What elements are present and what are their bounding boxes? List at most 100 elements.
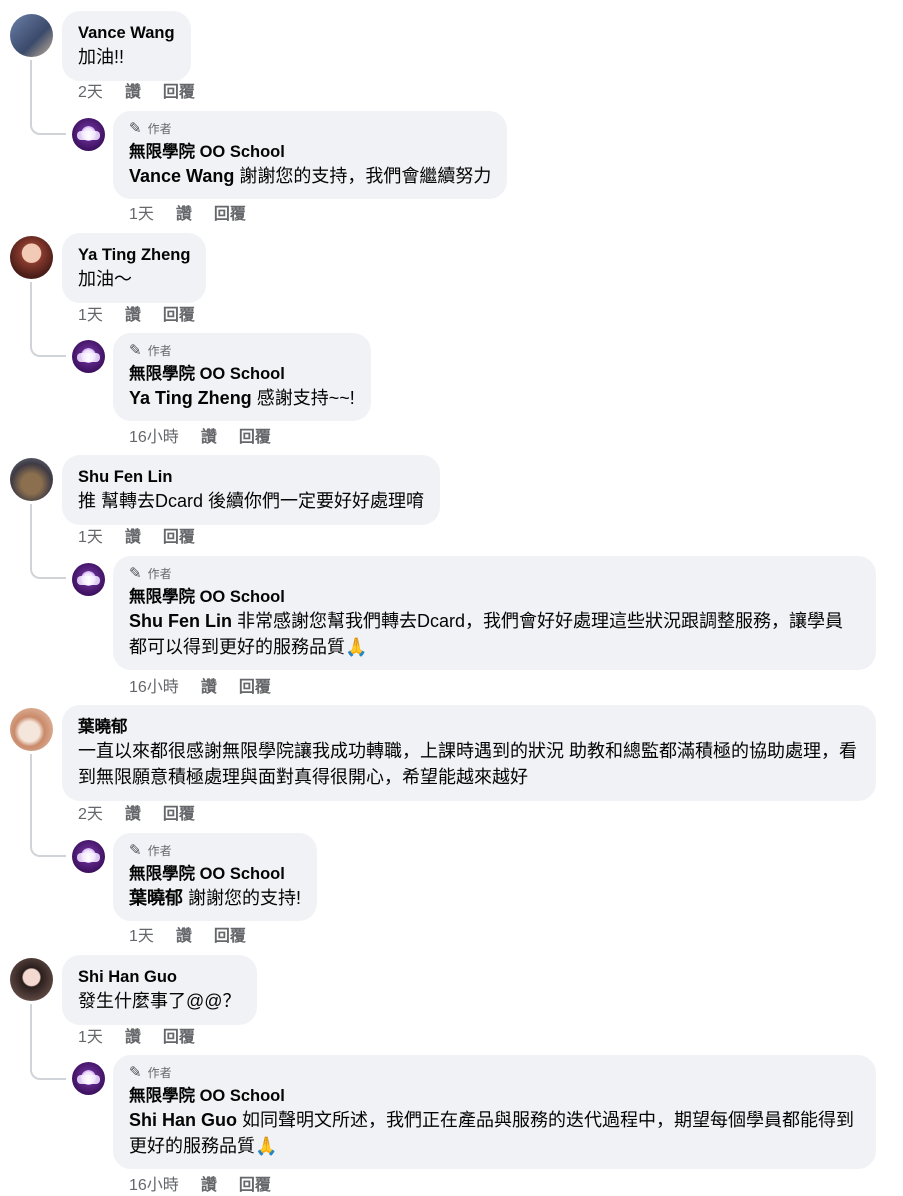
reply-text: 葉曉郁 謝謝您的支持! [129, 888, 302, 908]
page-avatar[interactable] [72, 1062, 105, 1095]
comment-text: 推 幫轉去Dcard 後續你們一定要好好處理唷 [78, 491, 425, 511]
comment-bubble: Shi Han Guo 發生什麼事了@@？ [62, 955, 257, 1025]
commenter-name[interactable]: Vance Wang [78, 22, 175, 44]
reply-button[interactable]: 回覆 [163, 306, 195, 326]
reply-button[interactable]: 回覆 [239, 428, 271, 448]
comment-bubble: Shu Fen Lin 推 幫轉去Dcard 後續你們一定要好好處理唷 [62, 455, 441, 525]
page-avatar[interactable] [72, 340, 105, 373]
author-badge: ✎ 作者 [129, 565, 172, 582]
like-button[interactable]: 讚 [201, 428, 217, 448]
reply-actions: 16小時 讚 回覆 [129, 1176, 293, 1196]
comment-actions: 1天 讚 回覆 [78, 306, 217, 326]
mention[interactable]: Shu Fen Lin [129, 611, 232, 631]
reply-bubble: ✎ 作者 無限學院 OO School 葉曉郁 謝謝您的支持! [113, 833, 318, 921]
like-button[interactable]: 讚 [125, 805, 141, 825]
pencil-icon: ✎ [129, 120, 142, 137]
commenter-name[interactable]: Ya Ting Zheng [78, 244, 190, 266]
page-avatar[interactable] [72, 563, 105, 596]
reply-time[interactable]: 1天 [129, 205, 154, 225]
thread-connector [30, 504, 66, 579]
comment-text: 加油～ [78, 269, 132, 289]
page-avatar[interactable] [72, 840, 105, 873]
commenter-name[interactable]: Shi Han Guo [78, 966, 241, 988]
pencil-icon: ✎ [129, 842, 142, 859]
comment-time[interactable]: 2天 [78, 83, 103, 103]
like-button[interactable]: 讚 [176, 205, 192, 225]
mention[interactable]: Ya Ting Zheng [129, 388, 252, 408]
reply-button[interactable]: 回覆 [163, 805, 195, 825]
reply-button[interactable]: 回覆 [214, 927, 246, 947]
pencil-icon: ✎ [129, 342, 142, 359]
comment-bubble: Vance Wang 加油!! [62, 11, 191, 81]
page-name[interactable]: 無限學院 OO School [129, 586, 860, 608]
comment-actions: 2天 讚 回覆 [78, 83, 217, 103]
like-button[interactable]: 讚 [201, 678, 217, 698]
page-name[interactable]: 無限學院 OO School [129, 363, 355, 385]
reply-time[interactable]: 1天 [129, 927, 154, 947]
reply-text: Vance Wang 謝謝您的支持，我們會繼續努力 [129, 166, 492, 186]
like-button[interactable]: 讚 [176, 927, 192, 947]
author-badge: ✎ 作者 [129, 842, 172, 859]
reply-time[interactable]: 16小時 [129, 428, 179, 448]
mention[interactable]: Shi Han Guo [129, 1110, 237, 1130]
avatar[interactable] [10, 958, 53, 1001]
avatar[interactable] [10, 458, 53, 501]
pencil-icon: ✎ [129, 565, 142, 582]
comment-text: 加油!! [78, 47, 125, 67]
reply-actions: 1天 讚 回覆 [129, 205, 268, 225]
reply-text: Shu Fen Lin 非常感謝您幫我們轉去Dcard，我們會好好處理這些狀況跟… [129, 611, 844, 657]
author-badge: ✎ 作者 [129, 120, 172, 137]
reply-button[interactable]: 回覆 [239, 678, 271, 698]
avatar[interactable] [10, 708, 53, 751]
thread-connector [30, 1004, 66, 1080]
like-button[interactable]: 讚 [125, 83, 141, 103]
reply-actions: 16小時 讚 回覆 [129, 678, 293, 698]
mention[interactable]: 葉曉郁 [129, 888, 183, 908]
reply-text: Shi Han Guo 如同聲明文所述，我們正在產品與服務的迭代過程中，期望每個… [129, 1110, 854, 1156]
page-name[interactable]: 無限學院 OO School [129, 863, 301, 885]
comment-time[interactable]: 1天 [78, 1028, 103, 1048]
comment-actions: 2天 讚 回覆 [78, 805, 217, 825]
comment-actions: 1天 讚 回覆 [78, 528, 217, 548]
like-button[interactable]: 讚 [201, 1176, 217, 1196]
thread-connector [30, 282, 66, 357]
reply-button[interactable]: 回覆 [163, 83, 195, 103]
reply-bubble: ✎ 作者 無限學院 OO School Shu Fen Lin 非常感謝您幫我們轉… [113, 556, 876, 670]
comment-bubble: Ya Ting Zheng 加油～ [62, 233, 207, 303]
comment-actions: 1天 讚 回覆 [78, 1028, 217, 1048]
page-name[interactable]: 無限學院 OO School [129, 141, 491, 163]
mention[interactable]: Vance Wang [129, 166, 234, 186]
like-button[interactable]: 讚 [125, 528, 141, 548]
like-button[interactable]: 讚 [125, 1028, 141, 1048]
reply-actions: 16小時 讚 回覆 [129, 428, 293, 448]
author-badge: ✎ 作者 [129, 1064, 172, 1081]
reply-time[interactable]: 16小時 [129, 1176, 179, 1196]
avatar[interactable] [10, 236, 53, 279]
comment-bubble: 葉曉郁 一直以來都很感謝無限學院讓我成功轉職，上課時遇到的狀況 助教和總監都滿積… [62, 705, 876, 801]
reply-bubble: ✎ 作者 無限學院 OO School Vance Wang 謝謝您的支持，我們會… [113, 111, 508, 199]
comment-text: 發生什麼事了@@？ [78, 991, 241, 1011]
comment-time[interactable]: 1天 [78, 306, 103, 326]
pencil-icon: ✎ [129, 1064, 142, 1081]
avatar[interactable] [10, 14, 53, 57]
thread-connector [30, 60, 66, 135]
reply-button[interactable]: 回覆 [163, 1028, 195, 1048]
reply-actions: 1天 讚 回覆 [129, 927, 268, 947]
reply-bubble: ✎ 作者 無限學院 OO School Shi Han Guo 如同聲明文所述，我… [113, 1055, 876, 1169]
comment-time[interactable]: 2天 [78, 805, 103, 825]
author-badge: ✎ 作者 [129, 342, 172, 359]
page-avatar[interactable] [72, 118, 105, 151]
reply-text: Ya Ting Zheng 感謝支持~~! [129, 388, 355, 408]
page-name[interactable]: 無限學院 OO School [129, 1085, 860, 1107]
reply-button[interactable]: 回覆 [239, 1176, 271, 1196]
reply-time[interactable]: 16小時 [129, 678, 179, 698]
like-button[interactable]: 讚 [125, 306, 141, 326]
commenter-name[interactable]: Shu Fen Lin [78, 466, 424, 488]
comment-time[interactable]: 1天 [78, 528, 103, 548]
commenter-name[interactable]: 葉曉郁 [78, 716, 860, 738]
thread-connector [30, 754, 66, 857]
reply-button[interactable]: 回覆 [214, 205, 246, 225]
reply-button[interactable]: 回覆 [163, 528, 195, 548]
comment-text: 一直以來都很感謝無限學院讓我成功轉職，上課時遇到的狀況 助教和總監都滿積極的協助… [78, 741, 857, 787]
reply-bubble: ✎ 作者 無限學院 OO School Ya Ting Zheng 感謝支持~~! [113, 333, 371, 421]
